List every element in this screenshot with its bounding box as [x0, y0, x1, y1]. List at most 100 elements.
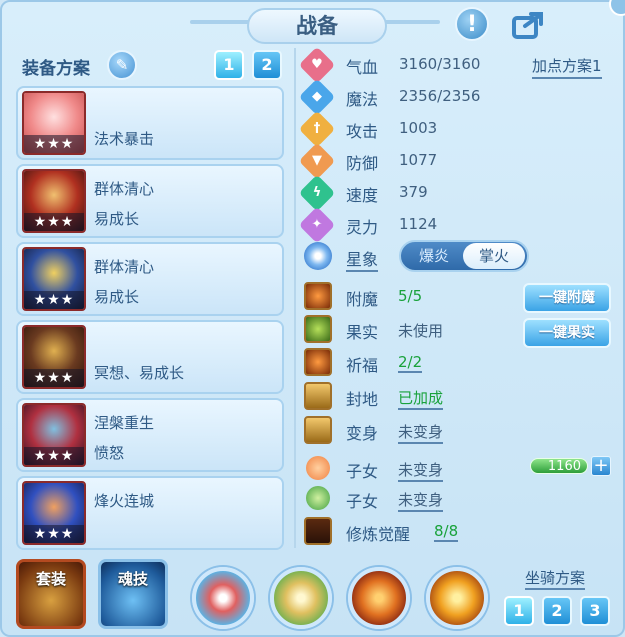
- attribute-value: 1124: [399, 215, 438, 233]
- equipment-effect: 易成长: [94, 288, 140, 306]
- equipment-effect: 法术暴击: [94, 130, 155, 148]
- child-exp-bar: 1160: [530, 458, 588, 474]
- edit-scheme-button[interactable]: ✎: [107, 50, 137, 80]
- bonus-value[interactable]: 未变身: [398, 421, 444, 444]
- soul-skill-button[interactable]: 魂技: [98, 559, 168, 629]
- bonus-row-blessing: 祈福 2/2: [304, 348, 484, 380]
- bonus-name: 封地: [346, 390, 379, 409]
- mount-scheme-2-button[interactable]: 2: [542, 596, 572, 626]
- bonus-row-fruit: 果实 未使用: [304, 315, 484, 347]
- equipment-effect: 愤怒: [94, 444, 125, 462]
- attribute-name: 攻击: [346, 122, 379, 141]
- shield-glyph: ▼: [312, 153, 322, 168]
- equipment-slot-6[interactable]: ★★★ 烽火连城: [16, 476, 284, 550]
- attribute-name: 魔法: [346, 90, 379, 109]
- panel-divider: [294, 48, 296, 548]
- share-icon: [512, 12, 543, 39]
- pencil-icon: ✎: [115, 56, 129, 74]
- attribute-row-hp: ♥ 气血 3160/3160: [298, 46, 504, 84]
- attribute-name: 灵力: [346, 218, 379, 237]
- cultivation-icon: [304, 517, 332, 545]
- battle-prep-panel: 战备 ! 装备方案 ✎ 1 2 ★★★ 法术暴击 ★★★ 群体清心 易成长 ★★…: [0, 0, 625, 637]
- star-rating: ★★★: [24, 291, 84, 309]
- mount-scheme-3-button[interactable]: 3: [580, 596, 610, 626]
- transform-icon: [304, 416, 332, 444]
- attribute-value: 2356/2356: [399, 87, 481, 105]
- child-value[interactable]: 未变身: [398, 459, 444, 482]
- bonus-value: 未使用: [398, 322, 444, 340]
- add-point-scheme-link[interactable]: 加点方案1: [532, 55, 602, 79]
- child-icon: [306, 456, 330, 480]
- equipment-skill: 群体清心: [94, 258, 155, 276]
- attribute-value: 1003: [399, 119, 438, 137]
- suit-label: 套装: [35, 570, 66, 588]
- equipment-skill: 群体清心: [94, 180, 155, 198]
- add-button[interactable]: +: [591, 456, 611, 476]
- sword-glyph: †: [313, 121, 321, 136]
- star-rating: ★★★: [24, 525, 84, 543]
- star-sign-option-2[interactable]: 掌火: [463, 243, 525, 269]
- child-value[interactable]: 未变身: [398, 489, 444, 512]
- mount-scheme-label: 坐骑方案: [525, 567, 586, 590]
- star-sign-label[interactable]: 星象: [346, 246, 379, 272]
- one-click-fruit-button[interactable]: 一键果实: [523, 318, 611, 348]
- equipment-skill: 烽火连城: [94, 492, 155, 510]
- star-sign-option-1[interactable]: 爆炎: [405, 244, 463, 268]
- bonus-name: 祈福: [346, 356, 379, 375]
- mana-glyph: ◆: [312, 89, 322, 104]
- lightning-glyph: ϟ: [312, 185, 322, 200]
- mount-scheme-1-button[interactable]: 1: [504, 596, 534, 626]
- plus-icon: +: [593, 455, 609, 476]
- one-click-enchant-button[interactable]: 一键附魔: [523, 283, 611, 313]
- star-sign-icon: [304, 242, 332, 270]
- window-title: 战备: [247, 8, 387, 44]
- equipment-effect: 冥想、易成长: [94, 364, 185, 382]
- equipment-slot-1[interactable]: ★★★ 法术暴击: [16, 86, 284, 160]
- equipment-slot-3[interactable]: ★★★ 群体清心 易成长: [16, 242, 284, 316]
- star-rating: ★★★: [24, 447, 84, 465]
- bonus-value[interactable]: 2/2: [398, 353, 423, 373]
- enchant-icon: [304, 282, 332, 310]
- cultivation-value[interactable]: 8/8: [434, 522, 459, 542]
- soul-skill-label: 魂技: [117, 570, 148, 588]
- star-rating: ★★★: [24, 213, 84, 231]
- exclamation-icon: !: [466, 11, 478, 37]
- child-label: 子女: [346, 462, 379, 481]
- star-rating: ★★★: [24, 369, 84, 387]
- bonus-name: 果实: [346, 323, 379, 342]
- close-corner-button[interactable]: [609, 0, 625, 16]
- bonus-name: 附魔: [346, 290, 379, 309]
- equipment-slot-2[interactable]: ★★★ 群体清心 易成长: [16, 164, 284, 238]
- star-rating: ★★★: [24, 135, 84, 153]
- attribute-name: 速度: [346, 186, 379, 205]
- title-ornament-right: [380, 20, 440, 24]
- equipment-icon: ★★★: [22, 325, 86, 389]
- equipment-slot-5[interactable]: ★★★ 涅槃重生 愤怒: [16, 398, 284, 472]
- equipment-effect: 易成长: [94, 210, 140, 228]
- attribute-row-defense: ▼ 防御 1077: [298, 142, 504, 180]
- bottom-bar: 套装 魂技 坐骑方案 1 2 3: [2, 551, 625, 637]
- equipment-icon: ★★★: [22, 247, 86, 311]
- bonus-row-transform: 变身 未变身: [304, 416, 484, 448]
- bonus-value[interactable]: 已加成: [398, 387, 444, 410]
- fief-icon: [304, 382, 332, 410]
- skill-slot-4[interactable]: [426, 567, 488, 629]
- spirit-glyph: ✦: [311, 217, 323, 232]
- skill-slot-2[interactable]: [270, 567, 332, 629]
- equipment-skill: 涅槃重生: [94, 414, 155, 432]
- equipment-slot-4[interactable]: ★★★ 冥想、易成长: [16, 320, 284, 394]
- equipment-icon: ★★★: [22, 403, 86, 467]
- child-label: 子女: [346, 492, 379, 511]
- share-button[interactable]: [511, 8, 545, 42]
- skill-slot-3[interactable]: [348, 567, 410, 629]
- skill-slot-1[interactable]: [192, 567, 254, 629]
- child-row-2: 子女 未变身: [304, 484, 544, 514]
- equip-scheme-2-button[interactable]: 2: [252, 50, 282, 80]
- equip-scheme-1-button[interactable]: 1: [214, 50, 244, 80]
- suit-button[interactable]: 套装: [16, 559, 86, 629]
- child-icon: [306, 486, 330, 510]
- bonus-name: 变身: [346, 424, 379, 443]
- help-button[interactable]: !: [455, 7, 489, 41]
- star-sign-toggle[interactable]: 爆炎 掌火: [399, 240, 529, 272]
- cultivation-row: 修炼觉醒 8/8: [304, 517, 484, 549]
